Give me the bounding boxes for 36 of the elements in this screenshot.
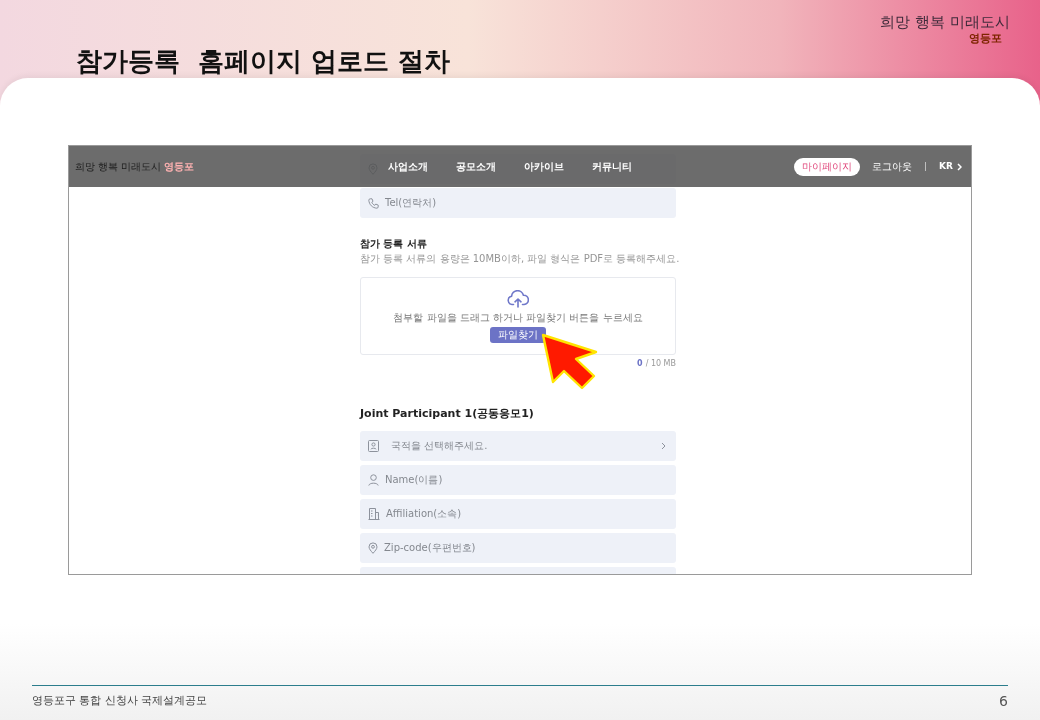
person-icon: [368, 474, 379, 486]
input-field[interactable]: [360, 567, 676, 574]
location-pin-icon: [368, 542, 378, 554]
cloud-upload-icon: [507, 290, 529, 308]
language-button[interactable]: KR: [939, 161, 962, 172]
nav-separator: |: [924, 161, 928, 172]
section-heading: Joint Participant 1(공동응모1): [360, 407, 534, 420]
size-limit: / 10 MB: [645, 359, 676, 369]
my-page-button[interactable]: 마이페이지: [794, 157, 861, 176]
building-icon: [368, 508, 380, 520]
zipcode-field[interactable]: Zip-code(우편번호): [360, 533, 676, 563]
footer-text: 영등포구 통합 신청사 국제설계공모: [32, 694, 208, 708]
phone-icon: [368, 197, 379, 209]
section-heading: 참가 등록 서류: [360, 238, 427, 250]
name-field[interactable]: Name(이름): [360, 465, 676, 495]
phone-field[interactable]: Tel(연락처): [360, 188, 676, 218]
nav-menu-item[interactable]: 사업소개: [388, 160, 428, 173]
affiliation-field[interactable]: Affiliation(소속): [360, 499, 676, 529]
chevron-right-icon: [661, 442, 666, 450]
drop-zone-message: 첨부할 파일을 드래그 하거나 파일찾기 버튼을 누르세요: [393, 312, 643, 324]
logo-district-name: 영등포: [969, 32, 1002, 46]
logout-link[interactable]: 로그아웃: [872, 160, 913, 173]
used-size: 0: [637, 359, 643, 369]
page-number: 6: [999, 693, 1008, 709]
logo-wordmark[interactable]: 희망 행복 미래도시: [75, 160, 162, 173]
logo-district-name[interactable]: 영등포: [164, 160, 195, 173]
nav-menu-item[interactable]: 아카이브: [524, 160, 564, 173]
nav-menu-item[interactable]: 공모소개: [456, 160, 496, 173]
section-note: 참가 등록 서류의 용량은 10MB이하, 파일 형식은 PDF로 등록해주세요.: [360, 253, 680, 265]
nationality-select[interactable]: 국적을 선택해주세요.: [360, 431, 676, 461]
nav-menu-item[interactable]: 커뮤니티: [592, 160, 632, 173]
logo-wordmark: 희망 행복 미래도시: [880, 12, 1010, 32]
id-card-icon: [368, 440, 379, 452]
slide-title: 참가등록 홈페이지 업로드 절차: [76, 45, 451, 77]
chevron-right-icon: [957, 162, 962, 171]
find-file-button[interactable]: 파일찾기: [490, 327, 546, 343]
